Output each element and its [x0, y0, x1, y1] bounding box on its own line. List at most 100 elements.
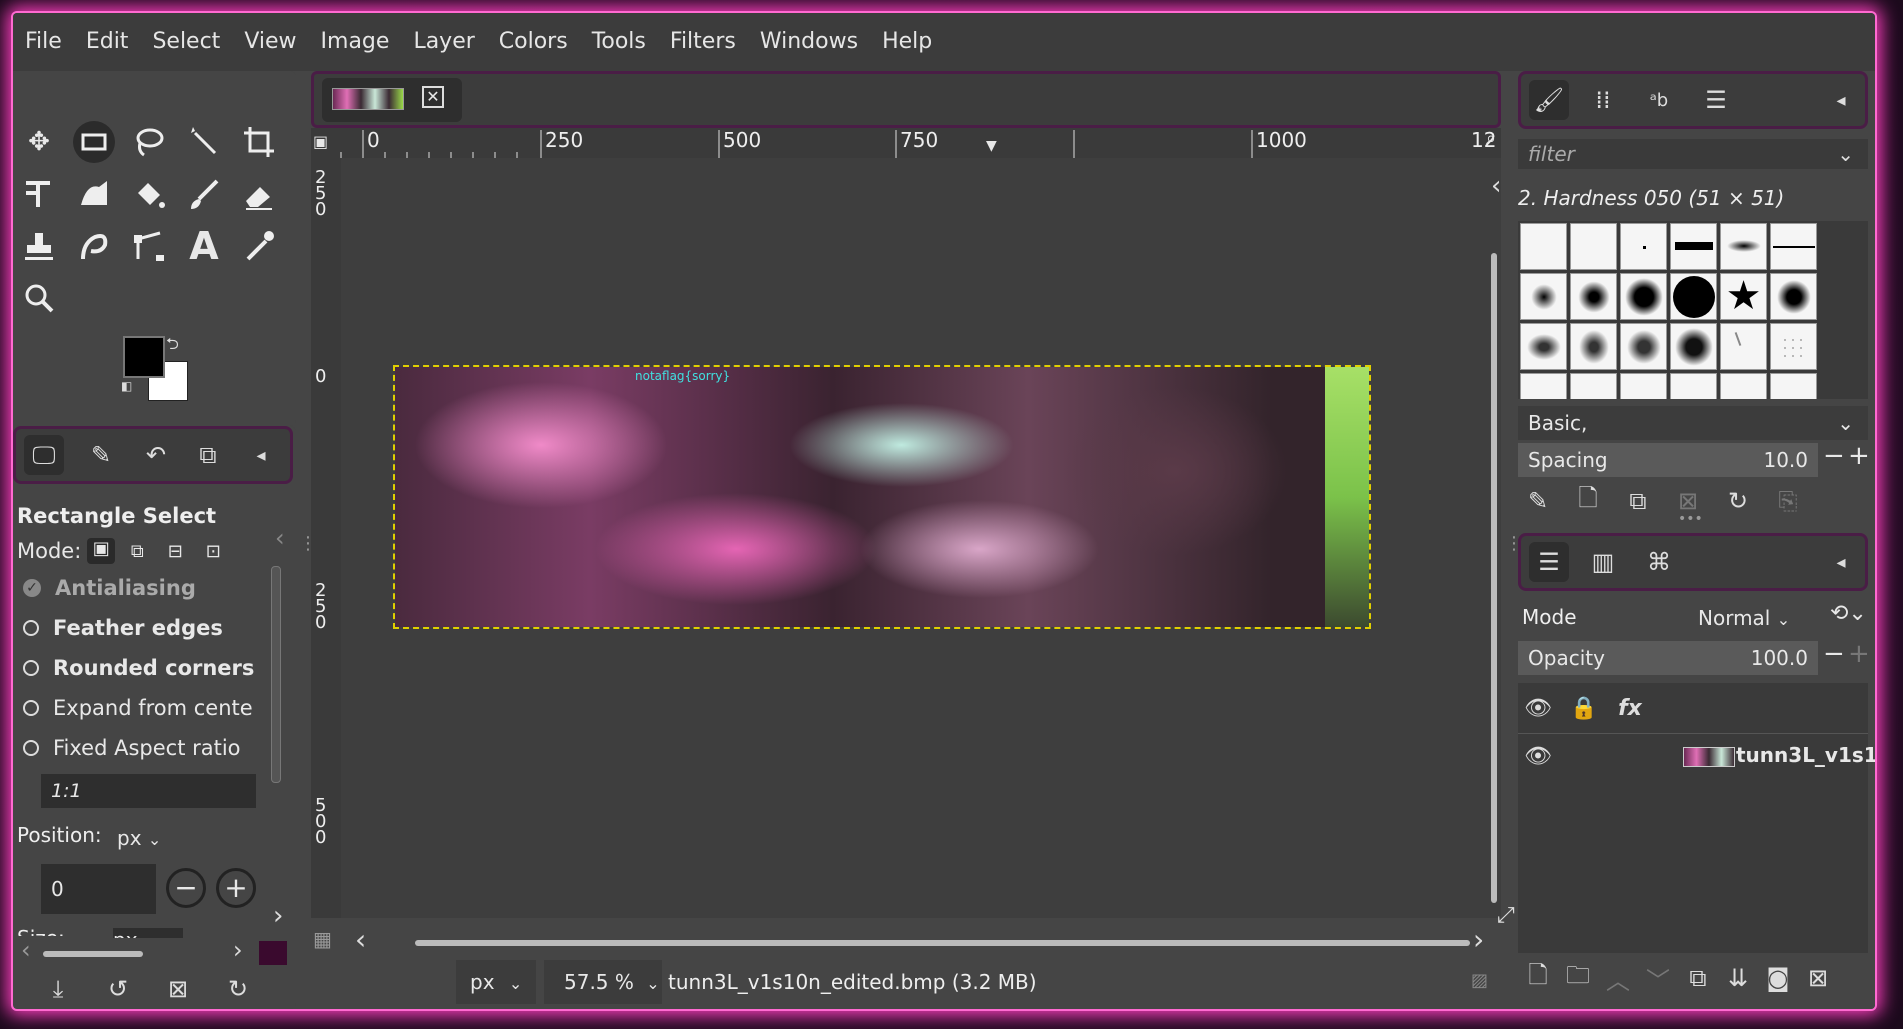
scroll-right-icon[interactable]: › — [1473, 923, 1484, 956]
menu-image[interactable]: Image — [309, 13, 402, 71]
feather-edges-checkbox[interactable] — [23, 620, 39, 636]
rounded-corners-checkbox[interactable] — [23, 660, 39, 676]
minus-button[interactable]: − — [166, 868, 206, 908]
paths-tool-icon[interactable] — [128, 225, 170, 267]
dock-menu-icon[interactable]: ◂ — [241, 435, 281, 475]
vertical-scrollbar[interactable] — [271, 566, 281, 783]
zoom-tool-icon[interactable] — [18, 277, 60, 319]
bucket-fill-tool-icon[interactable] — [128, 173, 170, 215]
brush-item[interactable] — [1570, 373, 1617, 399]
scroll-left-icon[interactable]: ‹ — [21, 936, 31, 964]
layer-row[interactable]: 👁 tunn3L_v1s1( — [1518, 733, 1875, 779]
mode-add-icon[interactable]: ⧉ — [121, 541, 153, 562]
image-tab[interactable]: ✕ — [322, 78, 462, 122]
image-preview-icon[interactable]: ▨ — [1471, 970, 1488, 991]
expand-from-center-checkbox[interactable] — [23, 700, 39, 716]
brush-item[interactable]: ★ — [1720, 273, 1767, 320]
brush-item[interactable] — [1670, 323, 1717, 370]
swap-colors-icon[interactable]: ⮌ — [166, 333, 179, 360]
clone-tool-icon[interactable] — [18, 225, 60, 267]
brush-item[interactable] — [1720, 223, 1767, 270]
edit-brush-icon[interactable]: ✎ — [1518, 481, 1558, 521]
move-tool-icon[interactable]: ✥ — [18, 121, 60, 163]
quick-mask-icon[interactable]: ▦ — [313, 927, 332, 951]
menu-layer[interactable]: Layer — [401, 13, 486, 71]
rounded-corners-option[interactable]: Rounded corners — [23, 656, 254, 680]
spacing-plus-button[interactable]: + — [1848, 441, 1870, 471]
search-icon[interactable]: ⌕ — [1486, 128, 1496, 149]
lasso-tool-icon[interactable] — [128, 121, 170, 163]
brush-item[interactable] — [1620, 373, 1667, 399]
canvas-horizontal-scrollbar[interactable] — [415, 940, 1470, 946]
dock-separator-handle[interactable]: ••• — [1678, 511, 1703, 527]
brush-item[interactable] — [1770, 323, 1817, 370]
aspect-ratio-field[interactable]: 1:1 — [41, 774, 256, 808]
brush-item[interactable] — [1570, 223, 1617, 270]
brush-item[interactable] — [1670, 373, 1717, 399]
brush-item[interactable] — [1620, 323, 1667, 370]
fixed-aspect-option[interactable]: Fixed Aspect ratio — [23, 736, 241, 760]
brush-item[interactable] — [1520, 223, 1567, 270]
menu-view[interactable]: View — [232, 13, 308, 71]
position-unit-select[interactable]: px ⌄ — [113, 821, 183, 855]
delete-layer-icon[interactable]: ⊠ — [1798, 958, 1838, 998]
unit-select[interactable]: px ⌄ — [456, 960, 536, 1004]
menu-colors[interactable]: Colors — [487, 13, 580, 71]
zoom-select[interactable]: 57.5 % ⌄ — [544, 960, 662, 1004]
scroll-left-icon[interactable]: ‹ — [355, 923, 366, 956]
brush-item[interactable] — [1570, 273, 1617, 320]
layer-visibility-eye-icon[interactable]: 👁 — [1518, 736, 1558, 776]
brush-item[interactable] — [1570, 323, 1617, 370]
images-tab-icon[interactable]: ⧉ — [188, 435, 228, 475]
size-unit-select[interactable]: px — [113, 928, 183, 938]
restore-options-icon[interactable]: ↺ — [98, 969, 138, 1009]
warp-tool-icon[interactable] — [73, 173, 115, 215]
dock-menu-icon[interactable]: ◂ — [1821, 542, 1861, 582]
scroll-right-icon[interactable]: › — [233, 936, 243, 964]
undo-history-tab-icon[interactable]: ↶ — [136, 435, 176, 475]
layers-tab-icon[interactable]: ☰ — [1529, 542, 1569, 582]
dock-menu-icon[interactable]: ◂ — [1821, 80, 1861, 120]
transform-tool-icon[interactable] — [18, 173, 60, 215]
menu-select[interactable]: Select — [140, 13, 232, 71]
brush-item[interactable] — [1770, 373, 1817, 399]
channels-tab-icon[interactable]: ▥ — [1583, 542, 1623, 582]
lower-layer-icon[interactable]: ﹀ — [1638, 958, 1678, 998]
canvas-vertical-scrollbar[interactable] — [1491, 253, 1497, 903]
fixed-aspect-checkbox[interactable] — [23, 740, 39, 756]
brush-item[interactable] — [1720, 373, 1767, 399]
new-layer-icon[interactable]: 🗋 — [1518, 958, 1558, 998]
raise-layer-icon[interactable]: ︿ — [1598, 958, 1638, 998]
position-x-input[interactable]: 0 — [41, 864, 156, 914]
mode-intersect-icon[interactable]: ⊡ — [197, 541, 229, 562]
refresh-brushes-icon[interactable]: ↻ — [1718, 481, 1758, 521]
menu-help[interactable]: Help — [870, 13, 944, 71]
antialiasing-checkbox[interactable]: ✓ — [23, 579, 41, 597]
eraser-tool-icon[interactable] — [238, 173, 280, 215]
duplicate-layer-icon[interactable]: ⧉ — [1678, 958, 1718, 998]
brush-item[interactable] — [1520, 273, 1567, 320]
new-brush-icon[interactable]: 🗋 — [1568, 481, 1608, 521]
brush-item[interactable] — [1620, 223, 1667, 270]
horizontal-scrollbar[interactable] — [43, 951, 143, 957]
mode-switch-icon[interactable]: ⟲⌄ — [1830, 601, 1867, 626]
opacity-plus-button[interactable]: + — [1848, 639, 1870, 669]
brush-item[interactable] — [1770, 273, 1817, 320]
expand-from-center-option[interactable]: Expand from cente — [23, 696, 253, 720]
brush-item[interactable] — [1670, 223, 1717, 270]
spacing-slider[interactable]: Spacing 10.0 — [1518, 443, 1818, 477]
rect-select-tool-icon[interactable] — [73, 121, 115, 163]
open-brush-folder-icon[interactable]: ⎘ — [1768, 481, 1808, 521]
paths-tab-icon[interactable]: ⌘ — [1639, 542, 1679, 582]
text-tool-icon[interactable]: A — [183, 224, 225, 268]
collapse-right-dock-icon[interactable]: ‹ — [1491, 171, 1501, 201]
antialiasing-option[interactable]: ✓ Antialiasing — [23, 576, 196, 600]
smudge-tool-icon[interactable] — [73, 225, 115, 267]
menu-tools[interactable]: Tools — [580, 13, 658, 71]
fuzzy-select-tool-icon[interactable] — [183, 121, 225, 163]
opacity-minus-button[interactable]: − — [1823, 639, 1845, 669]
mode-subtract-icon[interactable]: ⊟ — [159, 541, 191, 562]
spacing-minus-button[interactable]: − — [1823, 441, 1845, 471]
tool-options-tab-icon[interactable]: 🖵 — [24, 435, 64, 475]
fonts-tab-icon[interactable]: ᵃb — [1639, 80, 1679, 120]
